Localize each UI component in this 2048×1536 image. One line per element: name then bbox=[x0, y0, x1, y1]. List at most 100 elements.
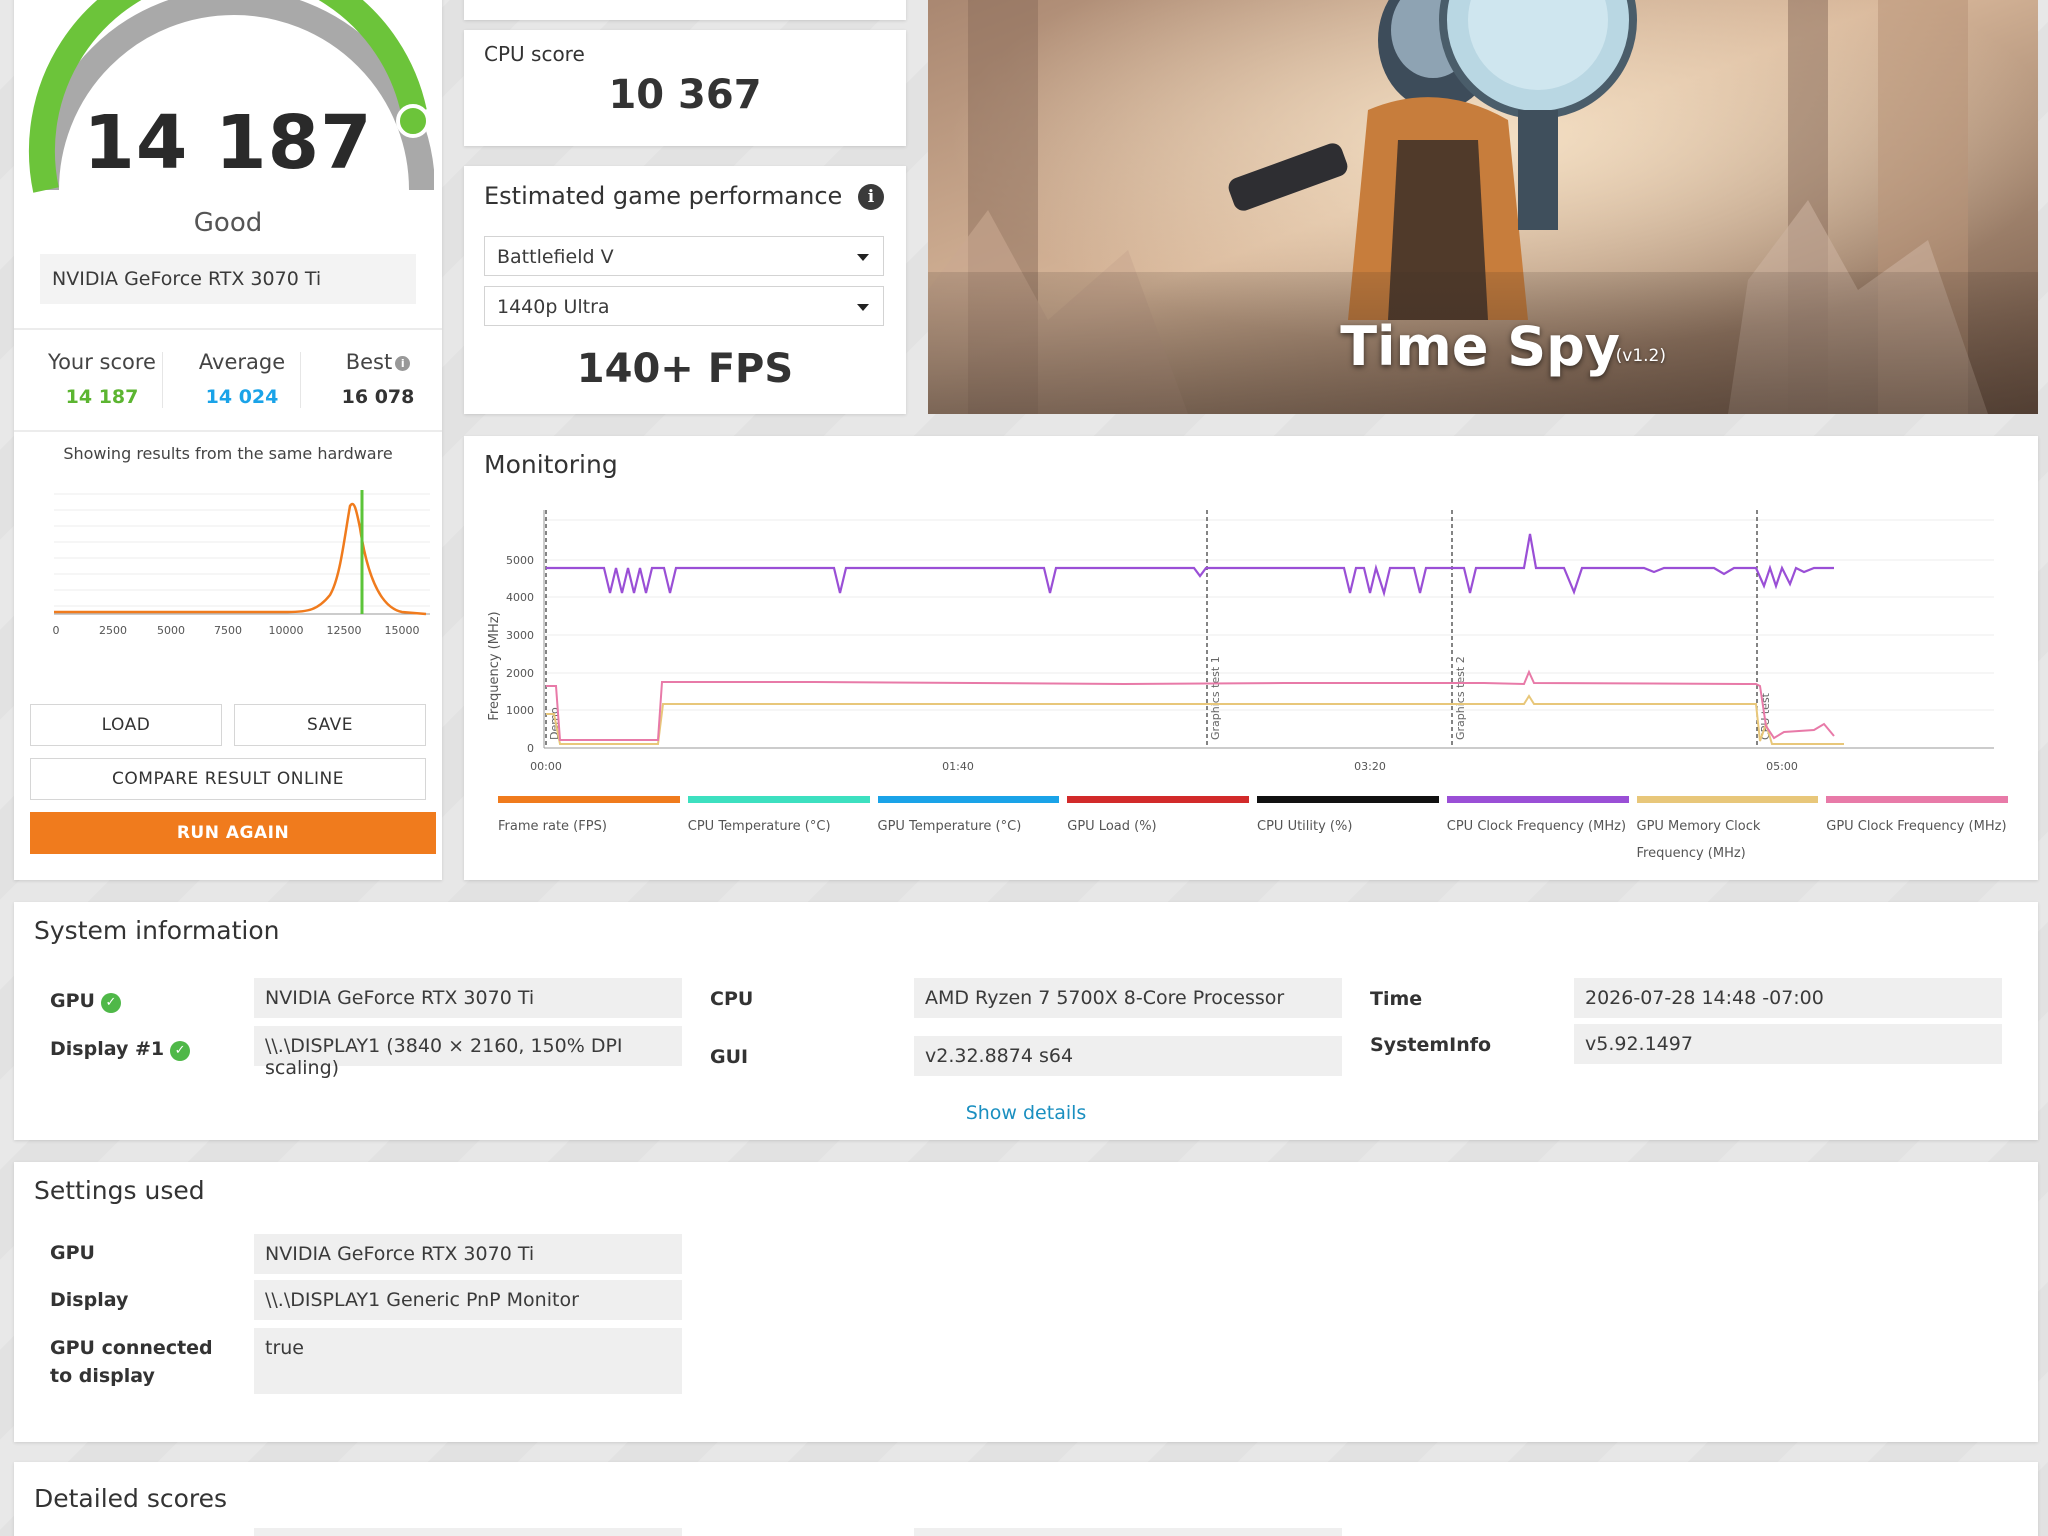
gpu-name: NVIDIA GeForce RTX 3070 Ti bbox=[40, 254, 416, 304]
display-label: Display #1 bbox=[50, 1038, 165, 1060]
settings-display-label: Display bbox=[50, 1289, 129, 1311]
legend-label: Frame rate (FPS) bbox=[498, 819, 607, 834]
detailed-scores-card: Detailed scores bbox=[14, 1462, 2038, 1536]
time-label: Time bbox=[1370, 988, 1423, 1010]
y-tick: 5000 bbox=[506, 554, 534, 567]
best-label: Best bbox=[345, 350, 393, 374]
legend-item[interactable]: CPU Clock Frequency (MHz) bbox=[1446, 796, 1629, 867]
detailed-scores-title: Detailed scores bbox=[34, 1484, 228, 1513]
legend-item[interactable]: GPU Load (%) bbox=[1067, 796, 1249, 867]
legend-item[interactable]: GPU Temperature (°C) bbox=[877, 796, 1060, 867]
load-button[interactable]: LOAD bbox=[30, 704, 222, 746]
top-card-partial bbox=[464, 0, 906, 20]
monitoring-chart: 5000 4000 3000 2000 1000 0 00:00 01:40 0… bbox=[487, 510, 1994, 773]
dist-tick: 5000 bbox=[157, 624, 185, 637]
y-tick: 1000 bbox=[506, 704, 534, 717]
legend-swatch bbox=[498, 796, 680, 803]
legend-label: GPU Temperature (°C) bbox=[877, 819, 1022, 834]
legend-label: GPU Clock Frequency (MHz) bbox=[1826, 819, 2007, 834]
average-label: Average bbox=[198, 350, 286, 374]
legend-swatch bbox=[877, 796, 1060, 803]
systeminfo-value: v5.92.1497 bbox=[1574, 1024, 2002, 1064]
monitoring-legend: Frame rate (FPS) CPU Temperature (°C) GP… bbox=[498, 796, 2008, 867]
dist-tick: 2500 bbox=[99, 624, 127, 637]
dist-tick: 12500 bbox=[327, 624, 362, 637]
game-select[interactable]: Battlefield V bbox=[484, 236, 884, 276]
legend-item[interactable]: Frame rate (FPS) bbox=[498, 796, 680, 867]
preset-select-value: 1440p Ultra bbox=[497, 296, 610, 318]
y-tick: 4000 bbox=[506, 591, 534, 604]
divider bbox=[14, 328, 442, 330]
benchmark-title: Time Spy bbox=[1340, 315, 1620, 378]
legend-swatch bbox=[1636, 796, 1819, 803]
gui-label: GUI bbox=[710, 1046, 749, 1068]
legend-label: CPU Utility (%) bbox=[1257, 819, 1353, 834]
egp-title: Estimated game performance bbox=[484, 182, 843, 210]
score-card: 14 187 Good NVIDIA GeForce RTX 3070 Ti Y… bbox=[14, 0, 442, 880]
show-details-link[interactable]: Show details bbox=[14, 1102, 2038, 1124]
gpu-label: GPU bbox=[50, 990, 95, 1012]
marker-label: Graphics test 2 bbox=[1454, 656, 1467, 740]
info-icon[interactable]: i bbox=[395, 356, 411, 371]
estimated-game-performance-card: Estimated game performance i Battlefield… bbox=[464, 166, 906, 414]
chevron-down-icon bbox=[857, 304, 869, 311]
display-key: Display #1 ✓ bbox=[50, 1038, 191, 1061]
legend-swatch bbox=[1826, 796, 2008, 803]
overall-score: 14 187 bbox=[83, 100, 373, 186]
settings-used-card: Settings used GPU NVIDIA GeForce RTX 307… bbox=[14, 1162, 2038, 1442]
y-tick: 0 bbox=[527, 742, 534, 755]
preset-select[interactable]: 1440p Ultra bbox=[484, 286, 884, 326]
y-axis-label: Frequency (MHz) bbox=[487, 611, 502, 720]
legend-label: GPU Memory Clock Frequency (MHz) bbox=[1636, 819, 1761, 861]
series-gpu-clock bbox=[546, 669, 1835, 741]
stat-separator bbox=[162, 352, 163, 408]
info-icon[interactable]: i bbox=[858, 184, 884, 210]
legend-item[interactable]: CPU Temperature (°C) bbox=[687, 796, 870, 867]
gpu-connected-value: true bbox=[254, 1328, 682, 1394]
same-hardware-note: Showing results from the same hardware bbox=[63, 444, 393, 463]
settings-used-title: Settings used bbox=[34, 1176, 205, 1205]
gpu-value: NVIDIA GeForce RTX 3070 Ti bbox=[254, 978, 682, 1018]
compare-online-button[interactable]: COMPARE RESULT ONLINE bbox=[30, 758, 426, 800]
cpu-score-card: CPU score 10 367 bbox=[464, 30, 906, 146]
cpu-label: CPU bbox=[710, 988, 754, 1010]
benchmark-hero-image: Time Spy (v1.2) bbox=[928, 0, 2038, 414]
chevron-down-icon bbox=[857, 254, 869, 261]
average-value: 14 024 bbox=[205, 386, 279, 408]
legend-label: GPU Load (%) bbox=[1067, 819, 1157, 834]
dist-tick: 0 bbox=[53, 624, 60, 637]
cpu-score-value: 10 367 bbox=[608, 72, 762, 118]
save-button[interactable]: SAVE bbox=[234, 704, 426, 746]
game-select-value: Battlefield V bbox=[497, 246, 614, 268]
settings-gpu-value: NVIDIA GeForce RTX 3070 Ti bbox=[254, 1234, 682, 1274]
run-again-button[interactable]: RUN AGAIN bbox=[30, 812, 436, 854]
legend-swatch bbox=[687, 796, 870, 803]
series-gpu-memory-clock bbox=[546, 694, 1844, 745]
systeminfo-label: SystemInfo bbox=[1370, 1034, 1492, 1056]
time-value: 2026-07-28 14:48 -07:00 bbox=[1574, 978, 2002, 1018]
x-tick: 05:00 bbox=[1766, 760, 1798, 773]
monitoring-card: Monitoring 5000 4000 3000 2000 1000 0 00… bbox=[464, 436, 2038, 880]
legend-item[interactable]: GPU Clock Frequency (MHz) bbox=[1826, 796, 2008, 867]
marker-label: Graphics test 1 bbox=[1209, 656, 1222, 740]
legend-label: CPU Temperature (°C) bbox=[687, 819, 831, 834]
legend-swatch bbox=[1446, 796, 1629, 803]
cpu-value: AMD Ryzen 7 5700X 8-Core Processor bbox=[914, 978, 1342, 1018]
best-label-wrap: Best i bbox=[308, 350, 448, 374]
gui-value: v2.32.8874 s64 bbox=[914, 1036, 1342, 1076]
divider bbox=[14, 430, 442, 432]
x-tick: 03:20 bbox=[1354, 760, 1386, 773]
legend-item[interactable]: CPU Utility (%) bbox=[1257, 796, 1439, 867]
dist-tick: 7500 bbox=[214, 624, 242, 637]
detailed-value-placeholder bbox=[254, 1528, 682, 1536]
stat-separator bbox=[300, 352, 301, 408]
x-tick: 00:00 bbox=[530, 760, 562, 773]
score-rating: Good bbox=[193, 208, 263, 238]
legend-label: CPU Clock Frequency (MHz) bbox=[1446, 819, 1627, 834]
legend-swatch bbox=[1257, 796, 1439, 803]
legend-item[interactable]: GPU Memory Clock Frequency (MHz) bbox=[1636, 796, 1819, 867]
your-score-stat: Your score 14 187 bbox=[32, 350, 172, 408]
monitoring-title: Monitoring bbox=[484, 450, 618, 479]
score-distribution-chart: 0 2500 5000 7500 10000 12500 15000 bbox=[53, 490, 430, 637]
series-cpu-clock bbox=[546, 533, 1834, 598]
